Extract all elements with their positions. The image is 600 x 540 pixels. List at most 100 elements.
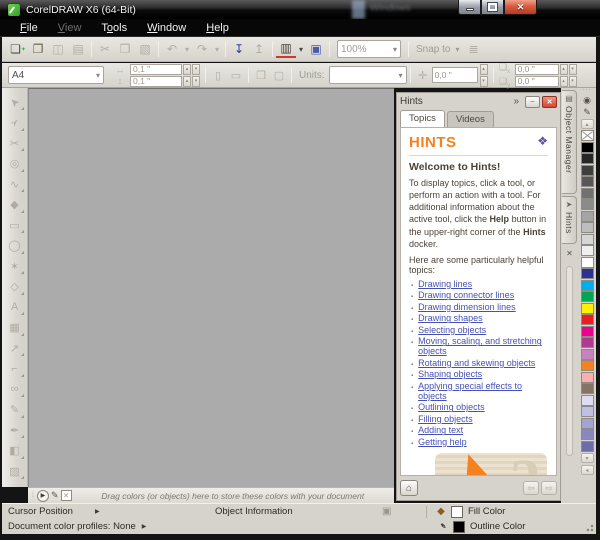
polygon-tool[interactable]: ✶ <box>5 256 25 276</box>
close-button[interactable]: ✕ <box>504 0 537 15</box>
basic-shapes-tool[interactable]: ◇ <box>5 277 25 297</box>
coreldraw-app-icon[interactable] <box>8 4 20 16</box>
color-swatch[interactable] <box>581 349 594 360</box>
page-size-combo[interactable]: A4 ▾ <box>8 66 104 84</box>
duplicate-y-field[interactable]: 0,0 " <box>515 76 559 87</box>
export-icon[interactable]: ↥ <box>249 40 269 58</box>
hint-topic-link[interactable]: Filling objects <box>418 414 473 424</box>
flyout-arrow-icon[interactable]: ▶ <box>95 508 100 515</box>
text-tool[interactable]: A <box>5 297 25 317</box>
spin-up-icon[interactable]: ▴ <box>183 76 191 87</box>
color-swatch[interactable] <box>581 153 594 164</box>
color-swatch[interactable] <box>581 337 594 348</box>
interactive-fill-tool[interactable]: ▨ <box>5 461 25 481</box>
undo-dropdown-icon[interactable]: ▾ <box>182 40 192 58</box>
no-color-swatch[interactable] <box>581 130 594 141</box>
docker-strip-close-button[interactable]: ✕ <box>563 247 576 260</box>
docker-minimize-button[interactable]: – <box>525 96 540 108</box>
color-swatch[interactable] <box>581 418 594 429</box>
color-swatch[interactable] <box>581 360 594 371</box>
cut-icon[interactable]: ✂ <box>95 40 115 58</box>
page-layout-icon[interactable]: ❒ <box>252 66 270 84</box>
options-icon[interactable]: ≣ <box>464 40 484 58</box>
hint-topic-link[interactable]: Moving, scaling, and stretching objects <box>418 336 548 356</box>
spin-down-icon[interactable]: ▾ <box>569 64 577 75</box>
menu-tools[interactable]: Tools <box>91 21 137 35</box>
snap-to-dropdown[interactable]: Snap to ▾ <box>416 44 460 55</box>
paste-icon[interactable]: ▧ <box>135 40 155 58</box>
landscape-button[interactable]: ▭ <box>227 66 245 84</box>
help-book-icon[interactable]: ❖ <box>537 134 548 148</box>
outline-color-swatch[interactable] <box>453 521 465 533</box>
menu-help[interactable]: Help <box>196 21 239 35</box>
shape-tool[interactable]: ➢ <box>5 113 25 133</box>
color-swatch[interactable] <box>581 245 594 256</box>
spin-up-icon[interactable]: ▴ <box>480 64 488 75</box>
nudge-distance-field[interactable]: 0,0 " <box>432 67 478 83</box>
spin-down-icon[interactable]: ▾ <box>192 64 200 75</box>
no-color-swatch[interactable]: ✕ <box>61 490 72 501</box>
hint-topic-link[interactable]: Drawing connector lines <box>418 290 514 300</box>
palette-menu-button[interactable]: ◉ <box>581 94 594 106</box>
table-tool[interactable]: ▦ <box>5 318 25 338</box>
undo-icon[interactable]: ↶ <box>162 40 182 58</box>
duplicate-x-field[interactable]: 0,0 " <box>515 64 559 75</box>
forward-button[interactable]: ⇨ <box>541 481 557 495</box>
new-document-icon[interactable]: ❏✦ <box>8 40 28 58</box>
hint-topic-link[interactable]: Drawing shapes <box>418 313 483 323</box>
color-swatch[interactable] <box>581 372 594 383</box>
import-icon[interactable]: ↧ <box>229 40 249 58</box>
page-width-field[interactable]: 0,1 " <box>130 64 182 75</box>
hint-topic-link[interactable]: Applying special effects to objects <box>418 381 548 401</box>
tab-videos[interactable]: Videos <box>447 111 494 127</box>
back-button[interactable]: ⇦ <box>523 481 539 495</box>
crop-tool[interactable]: ✂ <box>5 133 25 153</box>
pick-tool[interactable]: ➤ <box>5 92 25 112</box>
spin-up-icon[interactable]: ▴ <box>560 64 568 75</box>
connector-tool[interactable]: ⌐ <box>5 359 25 379</box>
outline-pen-tool[interactable]: ✒ <box>5 420 25 440</box>
drawing-canvas[interactable] <box>28 88 394 487</box>
menu-window[interactable]: Window <box>137 21 196 35</box>
print-icon[interactable]: ▤ <box>68 40 88 58</box>
blend-tool[interactable]: ∞ <box>5 379 25 399</box>
zoom-tool[interactable]: ◎ <box>5 154 25 174</box>
color-swatch[interactable] <box>581 199 594 210</box>
hint-topic-link[interactable]: Adding text <box>418 425 463 435</box>
color-swatch[interactable] <box>581 280 594 291</box>
spin-down-icon[interactable]: ▾ <box>192 76 200 87</box>
color-swatch[interactable] <box>581 188 594 199</box>
color-swatch[interactable] <box>581 176 594 187</box>
color-swatch[interactable] <box>581 268 594 279</box>
color-swatch[interactable] <box>581 211 594 222</box>
spin-up-icon[interactable]: ▴ <box>183 64 191 75</box>
freehand-tool[interactable]: ∿ <box>5 174 25 194</box>
minimize-button[interactable] <box>458 0 481 15</box>
outline-color-icon[interactable]: ✒ <box>434 518 452 536</box>
color-swatch[interactable] <box>581 326 594 337</box>
hint-topic-link[interactable]: Outlining objects <box>418 402 485 412</box>
hint-topic-link[interactable]: Drawing dimension lines <box>418 302 516 312</box>
palette-eyedropper-icon[interactable]: ✎ <box>581 106 594 118</box>
palette-scroll-down[interactable]: ▾ <box>581 453 594 463</box>
units-combo[interactable]: ▾ <box>329 66 407 84</box>
spin-down-icon[interactable]: ▾ <box>480 76 488 87</box>
hint-topic-link[interactable]: Getting help <box>418 437 467 447</box>
color-swatch[interactable] <box>581 234 594 245</box>
color-eyedropper-tool[interactable]: ✎ <box>5 400 25 420</box>
page-height-field[interactable]: 0,1 " <box>130 76 182 87</box>
maximize-button[interactable] <box>481 0 504 15</box>
color-swatch[interactable] <box>581 314 594 325</box>
docker-chevron-icon[interactable]: » <box>513 96 519 107</box>
menu-file[interactable]: File <box>10 21 48 35</box>
home-button[interactable]: ⌂ <box>400 480 418 496</box>
welcome-screen-icon[interactable]: ▣ <box>306 40 326 58</box>
docker-tab-hints[interactable]: ➤Hints <box>562 196 577 244</box>
save-icon[interactable]: ◫ <box>48 40 68 58</box>
color-swatch[interactable] <box>581 429 594 440</box>
fill-color-icon[interactable]: ◆ <box>434 506 448 517</box>
resize-grip[interactable] <box>583 521 594 532</box>
redo-dropdown-icon[interactable]: ▾ <box>212 40 222 58</box>
spin-up-icon[interactable]: ▴ <box>560 76 568 87</box>
color-swatch[interactable] <box>581 257 594 268</box>
